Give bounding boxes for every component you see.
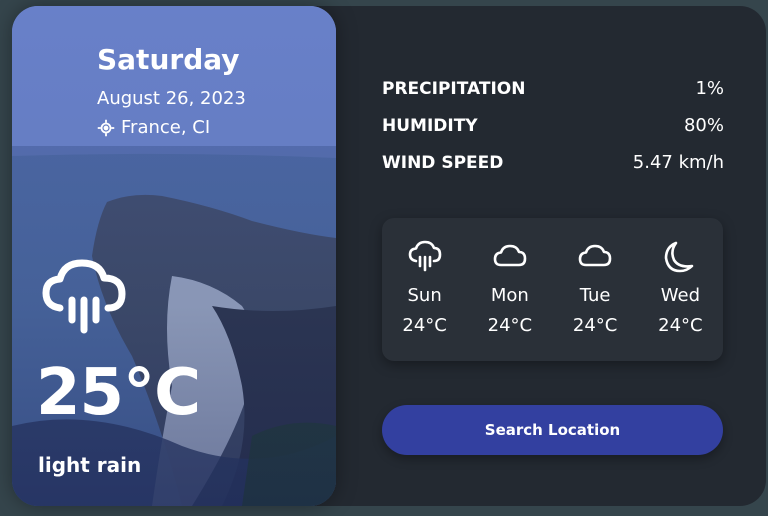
location-line: France, CI (97, 117, 210, 138)
location-text: France, CI (121, 117, 211, 138)
stat-row-wind-speed: WIND SPEED 5.47 km/h (382, 144, 724, 181)
forecast-day-temp: 24°C (658, 315, 703, 336)
stat-label: WIND SPEED (382, 152, 504, 173)
forecast-day-sun[interactable]: Sun 24°C (390, 218, 460, 336)
forecast-day-name: Wed (660, 285, 700, 306)
forecast-day-name: Tue (579, 285, 611, 306)
stat-value: 80% (683, 115, 724, 136)
weather-app: Saturday August 26, 2023 France, CI 25°C… (12, 6, 766, 506)
forecast-day-tue[interactable]: Tue 24°C (560, 218, 630, 336)
moon-icon (665, 241, 694, 273)
rain-cloud-icon (408, 240, 441, 272)
stat-value: 1% (695, 78, 724, 99)
weather-description: light rain (38, 453, 142, 477)
forecast-day-temp: 24°C (402, 315, 447, 336)
date-text: August 26, 2023 (97, 88, 246, 109)
forecast-day-temp: 24°C (572, 315, 618, 336)
stat-value: 5.47 km/h (632, 152, 724, 173)
cloud-icon (493, 244, 527, 267)
search-location-button[interactable]: Search Location (382, 405, 723, 455)
forecast-panel: Sun 24°C Mon 24°C Tue 24°C Wed 24°C (382, 218, 723, 361)
forecast-day-name: Mon (490, 285, 529, 306)
rain-cloud-icon (42, 259, 126, 334)
forecast-day-wed[interactable]: Wed 24°C (645, 218, 715, 336)
hero-tint-overlay (12, 6, 336, 506)
today-hero-card: Saturday August 26, 2023 France, CI 25°C… (12, 6, 336, 506)
location-crosshair-icon (97, 119, 115, 136)
cloud-icon (578, 244, 612, 267)
stat-label: PRECIPITATION (382, 78, 526, 99)
forecast-day-temp: 24°C (487, 315, 533, 336)
weekday-heading: Saturday (97, 43, 240, 76)
forecast-day-mon[interactable]: Mon 24°C (475, 218, 545, 336)
stat-label: HUMIDITY (382, 115, 478, 136)
forecast-day-name: Sun (407, 285, 442, 306)
stat-row-humidity: HUMIDITY 80% (382, 107, 724, 144)
current-temperature: 25°C (36, 356, 201, 430)
weather-stats: PRECIPITATION 1% HUMIDITY 80% WIND SPEED… (382, 70, 724, 181)
stat-row-precipitation: PRECIPITATION 1% (382, 70, 724, 107)
